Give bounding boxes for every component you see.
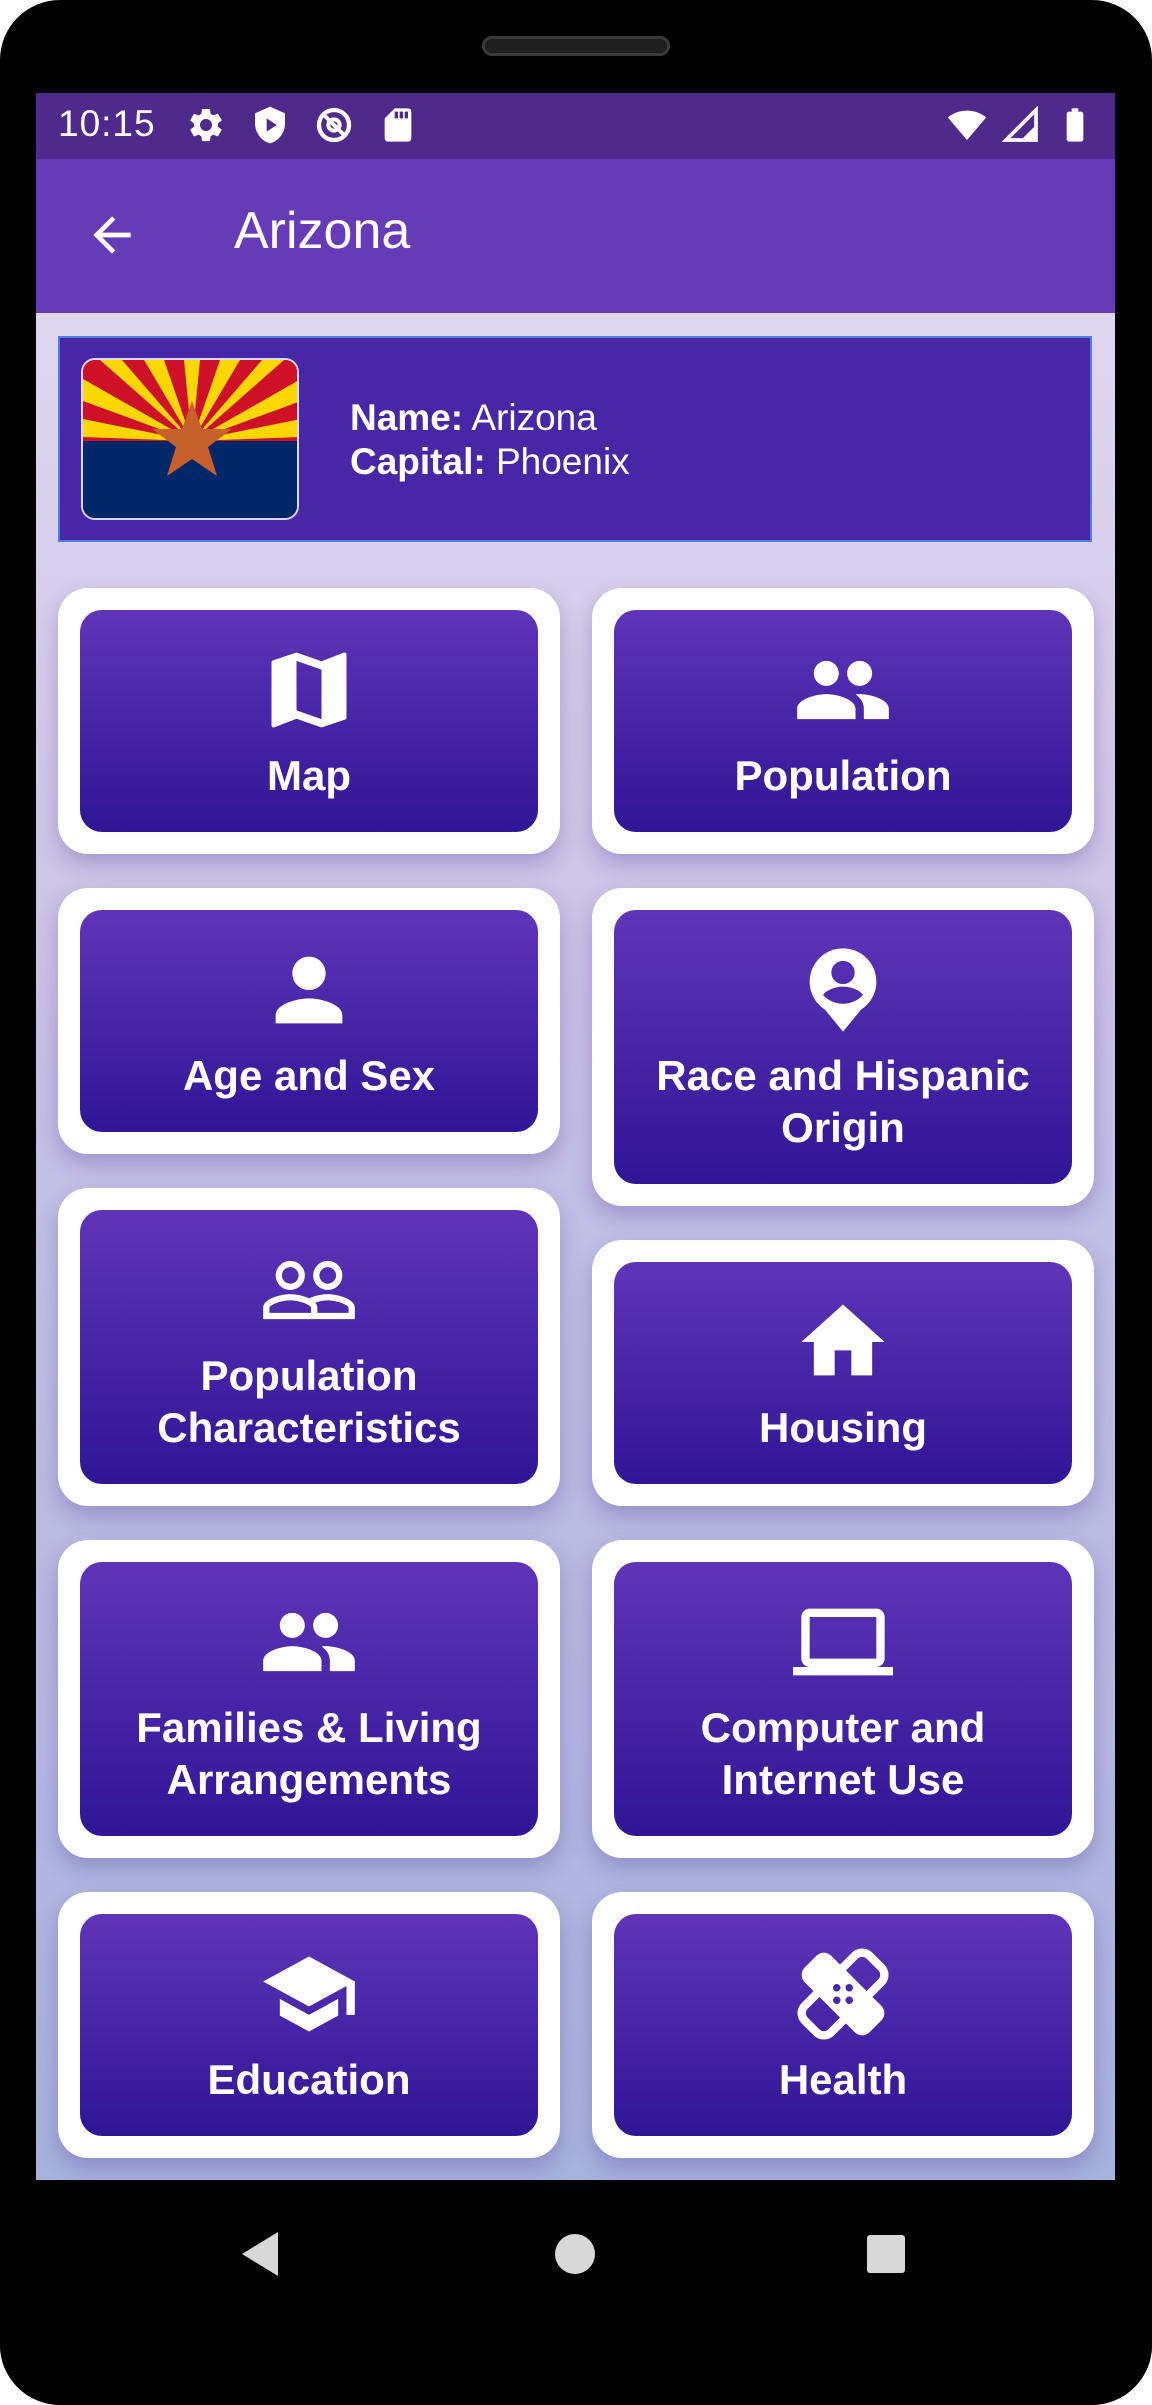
wifi-icon <box>947 110 987 140</box>
tile-label: Education <box>207 2056 411 2103</box>
tile-label: Population Characteristics <box>157 1352 461 1451</box>
education-button[interactable]: Education <box>80 1914 538 2136</box>
screen: 10:15 Arizona Name: Arizona Capital: Pho… <box>36 93 1115 2180</box>
people-outline-icon <box>263 1260 355 1320</box>
population-button[interactable]: Population <box>614 610 1072 832</box>
computer-and-internet-use-button[interactable]: Computer and Internet Use <box>614 1562 1072 1836</box>
tile-label: Families & Living Arrangements <box>136 1704 482 1803</box>
back-button[interactable] <box>76 199 148 271</box>
capital-label: Capital: <box>350 441 486 482</box>
tile-families-living-arrangements: Families & Living Arrangements <box>58 1540 560 1858</box>
page-title: Arizona <box>234 202 411 260</box>
name-value: Arizona <box>471 397 597 438</box>
capital-row: Capital: Phoenix <box>350 440 630 484</box>
arrow-back-icon <box>93 216 131 254</box>
tile-label: Population <box>734 752 952 799</box>
tile-health: Health <box>592 1892 1094 2158</box>
healing-icon <box>797 1948 889 2040</box>
arizona-flag <box>81 358 299 520</box>
device-frame: 10:15 Arizona Name: Arizona Capital: Pho… <box>0 0 1152 2405</box>
name-row: Name: Arizona <box>350 396 630 440</box>
race-and-hispanic-origin-button[interactable]: Race and Hispanic Origin <box>614 910 1072 1184</box>
battery-icon <box>1066 108 1084 142</box>
home-icon <box>801 1304 885 1376</box>
name-label: Name: <box>350 397 464 438</box>
tile-population: Population <box>592 588 1094 854</box>
population-characteristics-button[interactable]: Population Characteristics <box>80 1210 538 1484</box>
person-icon <box>275 956 343 1024</box>
families-living-arrangements-button[interactable]: Families & Living Arrangements <box>80 1562 538 1836</box>
recents-square-icon[interactable] <box>866 2234 906 2274</box>
laptop-icon <box>793 1608 893 1676</box>
tile-age-and-sex: Age and Sex <box>58 888 560 1154</box>
tile-label: Map <box>267 752 351 799</box>
gear-icon <box>190 108 222 142</box>
home-circle-icon[interactable] <box>554 2233 596 2275</box>
status-icons-left <box>186 105 418 145</box>
tile-population-characteristics: Population Characteristics <box>58 1188 560 1506</box>
tile-computer-and-internet-use: Computer and Internet Use <box>592 1540 1094 1858</box>
tile-race-and-hispanic-origin: Race and Hispanic Origin <box>592 888 1094 1206</box>
status-bar: 10:15 <box>36 93 1115 159</box>
system-nav-bar <box>0 2180 1152 2370</box>
shield-play-icon <box>255 106 285 144</box>
state-info-card: Name: Arizona Capital: Phoenix <box>58 336 1092 542</box>
tile-label: Age and Sex <box>182 1052 436 1099</box>
people-icon <box>263 1612 355 1672</box>
earpiece-speaker <box>482 36 670 56</box>
school-icon <box>263 1956 355 2032</box>
age-and-sex-button[interactable]: Age and Sex <box>80 910 538 1132</box>
tile-label: Health <box>778 2056 908 2103</box>
back-triangle-icon[interactable] <box>240 2230 280 2278</box>
sd-card-icon <box>384 108 412 142</box>
capital-value: Phoenix <box>495 441 630 482</box>
tile-education: Education <box>58 1892 560 2158</box>
state-info-text: Name: Arizona Capital: Phoenix <box>350 396 630 484</box>
app-bar: Arizona <box>36 159 1115 313</box>
tile-map: Map <box>58 588 560 854</box>
people-icon <box>797 660 889 720</box>
status-icons-right <box>947 105 1095 145</box>
at-sign-icon <box>316 107 352 143</box>
map-icon <box>271 652 347 728</box>
health-button[interactable]: Health <box>614 1914 1072 2136</box>
tile-label: Housing <box>759 1404 927 1451</box>
tile-label: Race and Hispanic Origin <box>656 1052 1030 1151</box>
person-pin-icon <box>809 948 877 1032</box>
tile-label: Computer and Internet Use <box>700 1704 986 1803</box>
status-time: 10:15 <box>58 103 156 144</box>
housing-button[interactable]: Housing <box>614 1262 1072 1484</box>
tile-housing: Housing <box>592 1240 1094 1506</box>
signal-icon <box>1001 105 1038 142</box>
map-button[interactable]: Map <box>80 610 538 832</box>
